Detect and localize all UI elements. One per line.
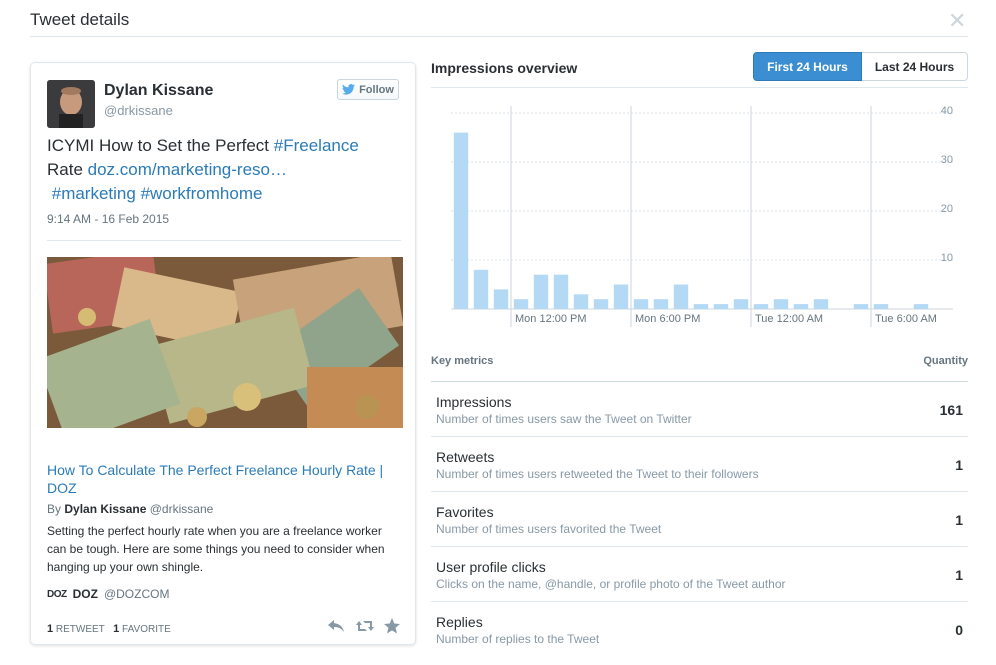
time-range-toggle: First 24 Hours Last 24 Hours bbox=[753, 52, 968, 81]
chart-bar bbox=[493, 289, 509, 309]
card-image[interactable] bbox=[47, 257, 403, 428]
tweet-timestamp[interactable]: 9:14 AM - 16 Feb 2015 bbox=[47, 212, 169, 226]
metric-description: Number of times users saw the Tweet on T… bbox=[436, 412, 692, 426]
chart-bar bbox=[453, 132, 469, 309]
x-tick-label: Tue 6:00 AM bbox=[875, 313, 937, 325]
tweet-stats: 1 RETWEET 1 FAVORITE bbox=[47, 623, 171, 635]
metric-row-profile-clicks: User profile clicks Clicks on the name, … bbox=[431, 547, 968, 602]
metric-description: Number of times users retweeted the Twee… bbox=[436, 467, 759, 481]
y-tick-label: 30 bbox=[941, 154, 953, 166]
tweet-actions bbox=[327, 617, 401, 635]
impressions-chart: 10 20 30 40 Mon 12:00 PM Mon 6:00 PM Tue 12:00… bbox=[451, 105, 953, 327]
metric-name: Favorites bbox=[436, 504, 494, 520]
site-handle: @DOZCOM bbox=[103, 587, 170, 601]
card-site[interactable]: DOZ DOZ @DOZCOM bbox=[47, 587, 169, 601]
x-tick-label: Mon 6:00 PM bbox=[635, 313, 700, 325]
chart-bar bbox=[553, 274, 569, 309]
chart-bar bbox=[573, 294, 589, 309]
byline-handle[interactable]: @drkissane bbox=[150, 502, 214, 516]
metrics-header: Key metrics Quantity bbox=[431, 355, 968, 367]
metric-row-retweets: Retweets Number of times users retweeted… bbox=[431, 437, 968, 492]
card-summary: Setting the perfect hourly rate when you… bbox=[47, 524, 385, 574]
metric-row-favorites: Favorites Number of times users favorite… bbox=[431, 492, 968, 547]
modal-header: Tweet details ✕ bbox=[30, 0, 968, 37]
metric-description: Clicks on the name, @handle, or profile … bbox=[436, 577, 786, 591]
hashtag-freelance[interactable]: #Freelance bbox=[274, 136, 359, 155]
chart-bar bbox=[733, 299, 749, 309]
close-icon[interactable]: ✕ bbox=[948, 8, 966, 34]
metric-name: Retweets bbox=[436, 449, 495, 465]
chart-bar bbox=[533, 274, 549, 309]
follow-label: Follow bbox=[359, 83, 394, 96]
site-name: DOZ bbox=[72, 587, 98, 601]
favorite-count: 1 bbox=[113, 623, 120, 635]
y-tick-label: 10 bbox=[941, 252, 953, 264]
reply-icon[interactable] bbox=[327, 617, 345, 635]
avatar[interactable] bbox=[47, 80, 95, 128]
chart-bar bbox=[713, 304, 729, 309]
chart-bar bbox=[673, 284, 689, 309]
y-tick-label: 20 bbox=[941, 203, 953, 215]
metric-name: Replies bbox=[436, 614, 483, 630]
metric-name: Impressions bbox=[436, 394, 512, 410]
modal-title: Tweet details bbox=[30, 10, 130, 29]
y-tick-label: 40 bbox=[941, 105, 953, 117]
author-handle[interactable]: @drkissane bbox=[104, 103, 173, 118]
chart-bar bbox=[513, 299, 529, 309]
metric-name: User profile clicks bbox=[436, 559, 546, 575]
twitter-bird-icon bbox=[342, 84, 356, 95]
metric-value: 1 bbox=[955, 567, 963, 583]
tweet-text: ICYMI How to Set the Perfect #Freelance … bbox=[47, 134, 397, 206]
chart-bar bbox=[873, 304, 889, 309]
metric-value: 1 bbox=[955, 457, 963, 473]
follow-button[interactable]: Follow bbox=[337, 79, 399, 100]
metric-description: Number of replies to the Tweet bbox=[436, 632, 600, 646]
metric-value: 161 bbox=[939, 402, 963, 418]
chart-bar bbox=[773, 299, 789, 309]
chart-bar bbox=[653, 299, 669, 309]
metrics-header-quantity: Quantity bbox=[923, 355, 968, 367]
hashtag-marketing[interactable]: #marketing bbox=[52, 184, 136, 203]
tweet-card: Dylan Kissane @drkissane Follow ICYMI Ho… bbox=[30, 62, 416, 645]
hashtag-workfromhome[interactable]: #workfromhome bbox=[141, 184, 263, 203]
chart-bar bbox=[913, 304, 929, 309]
card-byline: By Dylan Kissane @drkissane bbox=[47, 502, 213, 516]
impressions-title: Impressions overview bbox=[431, 60, 578, 76]
chart-bar bbox=[853, 304, 869, 309]
tweet-text-prefix: ICYMI How to Set the Perfect bbox=[47, 136, 274, 155]
chart-bar bbox=[473, 269, 489, 309]
tweet-text-mid: Rate bbox=[47, 160, 88, 179]
metric-description: Number of times users favorited the Twee… bbox=[436, 522, 662, 536]
divider bbox=[431, 87, 968, 88]
chart-bar bbox=[813, 299, 829, 309]
retweet-icon[interactable] bbox=[355, 617, 374, 635]
first-24-hours-button[interactable]: First 24 Hours bbox=[753, 52, 862, 81]
chart-bar bbox=[753, 304, 769, 309]
metric-row-replies: Replies Number of replies to the Tweet 0 bbox=[431, 602, 968, 657]
chart-bar bbox=[613, 284, 629, 309]
chart-bar bbox=[793, 304, 809, 309]
metric-value: 0 bbox=[955, 622, 963, 638]
site-logo: DOZ bbox=[47, 588, 67, 600]
chart-bar bbox=[633, 299, 649, 309]
retweet-label: RETWEET bbox=[55, 624, 105, 635]
author-name[interactable]: Dylan Kissane bbox=[104, 82, 213, 100]
chart-bar bbox=[693, 304, 709, 309]
byline-prefix: By bbox=[47, 502, 62, 516]
last-24-hours-button[interactable]: Last 24 Hours bbox=[862, 52, 968, 81]
divider bbox=[47, 240, 401, 241]
metric-value: 1 bbox=[955, 512, 963, 528]
byline-name[interactable]: Dylan Kissane bbox=[64, 502, 146, 516]
retweet-count: 1 bbox=[47, 623, 54, 635]
favorite-icon[interactable] bbox=[383, 617, 401, 635]
favorite-label: FAVORITE bbox=[122, 624, 171, 635]
tweet-link[interactable]: doz.com/marketing-reso… bbox=[88, 160, 287, 179]
x-tick-label: Mon 12:00 PM bbox=[515, 313, 587, 325]
chart-bar bbox=[593, 299, 609, 309]
card-link-title[interactable]: How To Calculate The Perfect Freelance H… bbox=[47, 461, 392, 497]
metric-row-impressions: Impressions Number of times users saw th… bbox=[431, 382, 968, 437]
metrics-header-label: Key metrics bbox=[431, 355, 494, 367]
x-tick-label: Tue 12:00 AM bbox=[755, 313, 823, 325]
